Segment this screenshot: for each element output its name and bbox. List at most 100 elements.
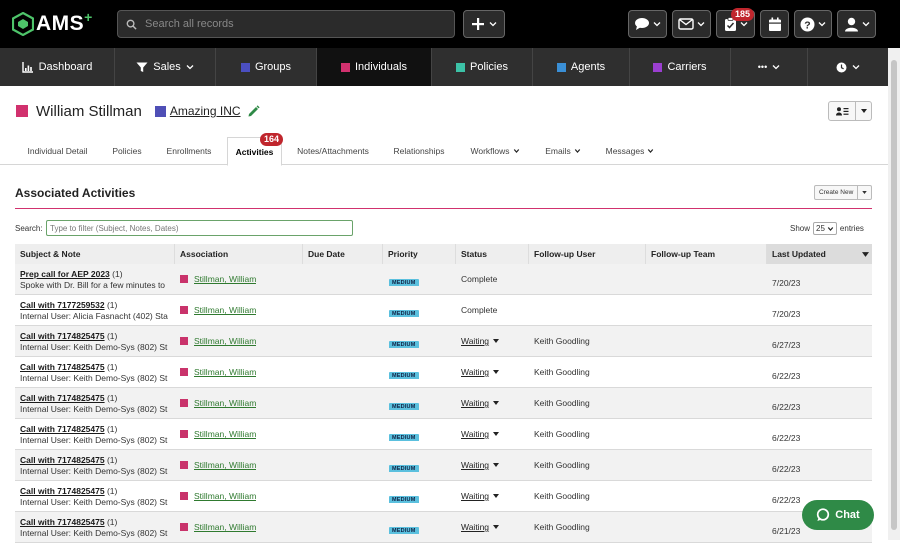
user-menu-button[interactable] [837,10,876,38]
note-count: (1) [106,331,118,341]
status-dropdown[interactable]: Waiting [461,460,500,470]
tab-relationships[interactable]: Relationships [386,137,452,165]
column-status[interactable]: Status [456,244,529,264]
status-value: Waiting [461,429,490,439]
nav-policies[interactable]: Policies [432,48,533,86]
company-link[interactable]: Amazing INC [170,104,241,118]
nav-individuals[interactable]: Individuals [317,48,432,86]
association-link[interactable]: Stillman, William [194,336,256,346]
last-updated: 6/21/23 [772,526,801,536]
association-cell: Stillman, William [180,398,256,408]
priority-cell: MEDIUM [389,276,419,286]
messages-menu-button[interactable] [628,10,667,38]
subject-link[interactable]: Call with 7174825475 [20,331,105,341]
caret-down-icon [493,525,500,529]
individual-color-swatch [180,461,188,469]
nav-groups[interactable]: Groups [216,48,317,86]
column-subject[interactable]: Subject & Note [15,244,175,264]
tab-notes-attachments[interactable]: Notes/Attachments [288,137,378,165]
column-due-date[interactable]: Due Date [303,244,383,264]
column-last-updated[interactable]: Last Updated [767,244,872,264]
status-dropdown[interactable]: Waiting [461,398,500,408]
nav-label: Sales [153,61,181,73]
add-button[interactable] [463,10,505,38]
association-link[interactable]: Stillman, William [194,491,256,501]
association-link[interactable]: Stillman, William [194,305,256,315]
global-search[interactable] [117,10,455,38]
status-dropdown[interactable]: Waiting [461,522,500,532]
search-input[interactable] [145,18,435,30]
association-link[interactable]: Stillman, William [194,274,256,284]
nav-agents[interactable]: Agents [533,48,630,86]
pencil-icon[interactable] [247,104,260,118]
subject-link[interactable]: Call with 7174825475 [20,424,105,434]
column-followup-team[interactable]: Follow-up Team [646,244,767,264]
create-new-button[interactable]: Create New [814,185,872,200]
chat-button[interactable]: Chat [802,500,874,530]
tab-workflows[interactable]: Workflows [462,137,528,165]
subject-link[interactable]: Call with 7174825475 [20,393,105,403]
plus-icon [472,18,484,30]
priority-cell: MEDIUM [389,493,419,503]
subject-link[interactable]: Call with 7177259532 [20,300,105,310]
tab-enrollments[interactable]: Enrollments [157,137,221,165]
nav-dashboard[interactable]: Dashboard [0,48,115,86]
column-priority[interactable]: Priority [383,244,456,264]
association-link[interactable]: Stillman, William [194,367,256,377]
note-count: (1) [106,517,118,527]
status-dropdown[interactable]: Waiting [461,491,500,501]
priority-badge: MEDIUM [389,310,419,317]
nav-label: Agents [570,61,606,73]
view-options-button[interactable] [828,101,872,121]
association-link[interactable]: Stillman, William [194,429,256,439]
tab-label: Relationships [393,146,445,156]
status-value: Waiting [461,460,490,470]
column-followup-user[interactable]: Follow-up User [529,244,646,264]
ams-logo[interactable]: AMS + [12,9,92,37]
chevron-down-icon [186,65,194,70]
status-value: Complete [461,274,498,284]
tab-messages[interactable]: Messages [600,137,660,165]
calendar-button[interactable] [760,10,789,38]
nav-recent[interactable] [808,48,888,86]
tab-label: Policies [112,146,142,156]
column-association[interactable]: Association [175,244,303,264]
activity-filter-input[interactable] [46,220,353,236]
nav-more[interactable]: ••• [731,48,808,86]
nav-label: Dashboard [38,61,93,73]
priority-badge: MEDIUM [389,279,419,286]
table-row: Call with 7177259532 (1) Internal User: A… [15,295,872,326]
note-count: (1) [112,269,123,279]
table-row: Call with 7174825475 (1) Internal User: K… [15,450,872,481]
tab-label: Activities [235,146,274,157]
subject-link[interactable]: Call with 7174825475 [20,486,105,496]
nav-sales[interactable]: Sales [115,48,216,86]
association-link[interactable]: Stillman, William [194,522,256,532]
association-link[interactable]: Stillman, William [194,398,256,408]
page-size-select[interactable]: 25 [813,222,837,235]
nav-carriers[interactable]: Carriers [630,48,731,86]
status-dropdown[interactable]: Waiting [461,367,500,377]
priority-cell: MEDIUM [389,524,419,534]
status-dropdown[interactable]: Waiting [461,336,500,346]
chevron-down-icon [648,149,654,154]
subject-link[interactable]: Prep call for AEP 2023 [20,269,110,279]
table-header: Subject & Note Association Due Date Prio… [15,244,872,264]
email-menu-button[interactable] [672,10,711,38]
individual-color-swatch [180,368,188,376]
subject-link[interactable]: Call with 7174825475 [20,455,105,465]
note-preview: Internal User: Keith Demo-Sys (802) St [20,435,168,445]
tab-individual-detail[interactable]: Individual Detail [15,137,100,165]
last-updated: 6/22/23 [772,371,801,381]
association-link[interactable]: Stillman, William [194,460,256,470]
tab-emails[interactable]: Emails [538,137,588,165]
tab-policies[interactable]: Policies [103,137,151,165]
help-menu-button[interactable]: ? [794,10,832,38]
subject-cell: Call with 7174825475 (1) [20,362,172,372]
agents-color-swatch [556,62,566,72]
status-dropdown[interactable]: Waiting [461,429,500,439]
subject-link[interactable]: Call with 7174825475 [20,362,105,372]
subject-cell: Call with 7174825475 (1) [20,486,172,496]
subject-link[interactable]: Call with 7174825475 [20,517,105,527]
page-scrollbar-thumb[interactable] [891,60,897,530]
